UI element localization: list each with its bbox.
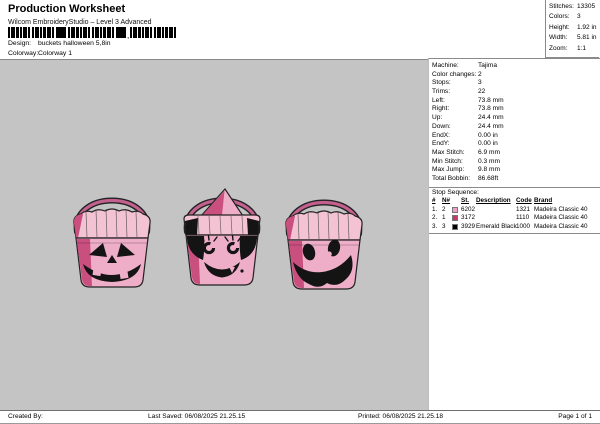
stat-row: Height:1.92 in <box>549 23 599 33</box>
stat-row: Width:5.81 in <box>549 33 599 43</box>
footer-divider <box>0 410 600 411</box>
divider <box>429 233 600 234</box>
design-preview-canvas <box>0 59 428 410</box>
machine-info-row: Machine:Tajima <box>432 62 598 71</box>
machine-info-row: EndY:0.00 in <box>432 140 598 149</box>
machine-info-row: Max Stitch:6.9 mm <box>432 149 598 158</box>
design-stats-panel: Stitches:13305 Colors:3 Height:1.92 in W… <box>545 0 599 58</box>
machine-info-row: Max Jump:9.8 mm <box>432 166 598 175</box>
barcode-bars-icon <box>8 27 126 38</box>
witch-bucket-design <box>174 182 270 292</box>
colorway-value: Colorway 1 <box>38 50 72 57</box>
machine-info-row: Total Bobbin:86.68ft <box>432 175 598 184</box>
machine-info-row: Right:73.8 mm <box>432 105 598 114</box>
design-value: buckets halloween 5,8in <box>38 40 111 47</box>
machine-info-row: Left:73.8 mm <box>432 97 598 106</box>
production-worksheet-page: { "header": { "title": "Production Works… <box>0 0 600 424</box>
thread-swatch <box>452 224 458 230</box>
machine-info-row: EndX:0.00 in <box>432 132 598 141</box>
stop-sequence-header-row: # N# St. Description Code Brand <box>432 197 598 206</box>
colorway-label: Colorway: <box>8 50 38 57</box>
footer-printed: Printed: 06/08/2025 21.25.18 <box>358 413 443 420</box>
barcode-bars-icon <box>130 27 176 38</box>
machine-info-row: Down:24.4 mm <box>432 123 598 132</box>
machine-info-panel: Machine:Tajima Color changes:2 Stops:3 T… <box>428 58 600 410</box>
stop-sequence-title: Stop Sequence: <box>432 189 479 196</box>
design-barcode: , <box>8 27 176 38</box>
machine-info-row: Up:24.4 mm <box>432 114 598 123</box>
ghost-bucket-design <box>276 184 372 294</box>
software-name: Wilcom EmbroideryStudio – Level 3 Advanc… <box>8 19 152 26</box>
machine-info-row: Color changes:2 <box>432 71 598 80</box>
footer-page-number: Page 1 of 1 <box>558 413 592 420</box>
design-label: Design: <box>8 40 38 47</box>
footer-last-saved: Last Saved: 06/08/2025 21.25.15 <box>148 413 245 420</box>
stat-row: Zoom:1:1 <box>549 44 599 54</box>
colorway-row: Colorway:Colorway 1 <box>8 50 72 57</box>
thread-swatch <box>452 207 458 213</box>
thread-swatch <box>452 215 458 221</box>
stop-sequence-row: 1. 2 6202 1321 Madeira Classic 40 <box>432 206 598 215</box>
pumpkin-bucket-design <box>64 182 160 292</box>
machine-info-row: Trims:22 <box>432 88 598 97</box>
machine-info-row: Min Stitch:0.3 mm <box>432 158 598 167</box>
page-title: Production Worksheet <box>8 3 125 15</box>
machine-info-list: Machine:Tajima Color changes:2 Stops:3 T… <box>432 62 598 184</box>
stop-sequence-table: # N# St. Description Code Brand 1. 2 620… <box>432 197 598 231</box>
stat-row: Stitches:13305 <box>549 2 599 12</box>
stop-sequence-row: 2. 1 3172 1110 Madeira Classic 40 <box>432 214 598 223</box>
machine-info-row: Stops:3 <box>432 79 598 88</box>
stop-sequence-row: 3. 3 3929 Emerald Black 1000 Madeira Cla… <box>432 223 598 232</box>
design-name-row: Design:buckets halloween 5,8in <box>8 40 111 47</box>
stat-row: Colors:3 <box>549 12 599 22</box>
barcode-separator: , <box>127 34 129 38</box>
footer-created-by: Created By: <box>8 413 43 420</box>
